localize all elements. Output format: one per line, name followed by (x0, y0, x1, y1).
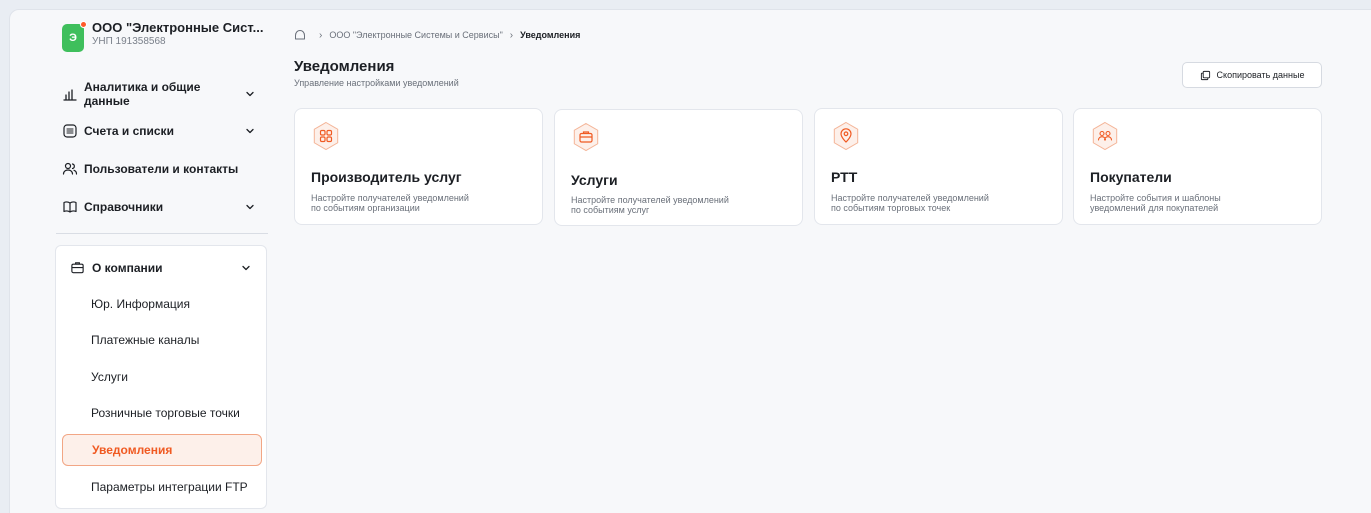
sidebar-subitem-label: Параметры интеграции FTP (91, 480, 248, 494)
briefcase-icon (573, 122, 599, 152)
home-icon[interactable] (294, 29, 306, 41)
org-info: ООО "Электронные Сист... УНП 191358568 (92, 20, 272, 47)
copy-data-button[interactable]: Скопировать данные (1182, 62, 1322, 88)
sidebar-item-company[interactable]: О компании (70, 260, 252, 275)
card-title: РТТ (831, 169, 858, 185)
card-description: Настройте получателей уведомлений по соб… (831, 193, 989, 213)
breadcrumb-separator-icon: › (319, 29, 323, 41)
card-buyers[interactable]: Покупатели Настройте события и шаблоны у… (1073, 108, 1322, 225)
sidebar-subitem-label: Платежные каналы (91, 333, 200, 347)
briefcase-icon (71, 262, 84, 274)
copy-data-label: Скопировать данные (1216, 70, 1305, 80)
card-title: Услуги (571, 172, 618, 188)
breadcrumb: › ООО "Электронные Системы и Сервисы" › … (294, 29, 580, 41)
sidebar-subitem-label: Услуги (91, 370, 128, 384)
sidebar-item-analytics[interactable]: Аналитика и общие данные (62, 80, 256, 108)
card-description: Настройте получателей уведомлений по соб… (311, 193, 469, 213)
users-icon (1092, 121, 1118, 151)
card-title: Покупатели (1090, 169, 1172, 185)
org-name: ООО "Электронные Сист... (92, 20, 264, 35)
sidebar-item-users[interactable]: Пользователи и контакты (62, 161, 256, 177)
chevron-down-icon (246, 128, 254, 134)
sidebar-subitem-retail-points[interactable]: Розничные торговые точки (62, 398, 262, 428)
sidebar-subitem-label: Уведомления (92, 443, 173, 457)
sidebar-subitem-ftp-integration[interactable]: Параметры интеграции FTP (62, 472, 262, 502)
sidebar-item-label: Аналитика и общие данные (84, 80, 201, 108)
card-retail-points[interactable]: РТТ Настройте получателей уведомлений по… (814, 108, 1063, 225)
chevron-down-icon (246, 204, 254, 210)
sidebar-item-label: Пользователи и контакты (84, 162, 239, 176)
breadcrumb-current: Уведомления (520, 30, 581, 40)
sidebar-subitem-payment-channels[interactable]: Платежные каналы (62, 325, 262, 355)
list-icon (63, 124, 77, 138)
breadcrumb-separator-icon: › (509, 29, 514, 41)
card-description: Настройте события и шаблоны уведомлений … (1090, 193, 1221, 213)
notification-dot (80, 21, 87, 28)
chevron-down-icon (242, 265, 250, 270)
page-title: Уведомления (294, 58, 395, 75)
sidebar-item-label: Справочники (84, 200, 164, 214)
copy-icon (1200, 70, 1210, 80)
sidebar-subitem-notifications[interactable]: Уведомления (62, 434, 262, 466)
chevron-down-icon (246, 91, 254, 97)
sidebar-item-label: О компании (92, 260, 163, 275)
sidebar-item-label: Счета и списки (84, 124, 174, 138)
location-pin-icon (833, 121, 859, 151)
org-avatar: Э (62, 21, 87, 52)
grid-icon (313, 121, 339, 151)
book-icon (63, 201, 77, 213)
sidebar-subitem-services[interactable]: Услуги (62, 362, 262, 392)
chart-bars-icon (63, 89, 77, 101)
sidebar-divider (56, 233, 268, 234)
sidebar-item-accounts[interactable]: Счета и списки (62, 123, 256, 139)
company-section: О компании Юр. Информация Платежные кана… (55, 245, 267, 509)
breadcrumb-item[interactable]: ООО "Электронные Системы и Сервисы" (329, 30, 502, 40)
sidebar-subitem-label: Юр. Информация (91, 297, 190, 311)
card-title: Производитель услуг (311, 169, 462, 185)
sidebar: Э ООО "Электронные Сист... УНП 191358568… (46, 0, 276, 513)
card-service-provider[interactable]: Производитель услуг Настройте получателе… (294, 108, 543, 225)
users-icon (62, 162, 78, 175)
org-avatar-letter: Э (69, 32, 77, 44)
sidebar-subitem-legal-info[interactable]: Юр. Информация (62, 289, 262, 319)
sidebar-subitem-label: Розничные торговые точки (91, 406, 240, 420)
org-switcher[interactable]: Э ООО "Электронные Сист... УНП 191358568 (62, 20, 272, 58)
card-services[interactable]: Услуги Настройте получателей уведомлений… (554, 109, 803, 226)
sidebar-item-directories[interactable]: Справочники (62, 199, 256, 215)
org-unp: УНП 191358568 (92, 36, 166, 47)
card-description: Настройте получателей уведомлений по соб… (571, 195, 729, 215)
page-subtitle: Управление настройками уведомлений (294, 78, 459, 88)
